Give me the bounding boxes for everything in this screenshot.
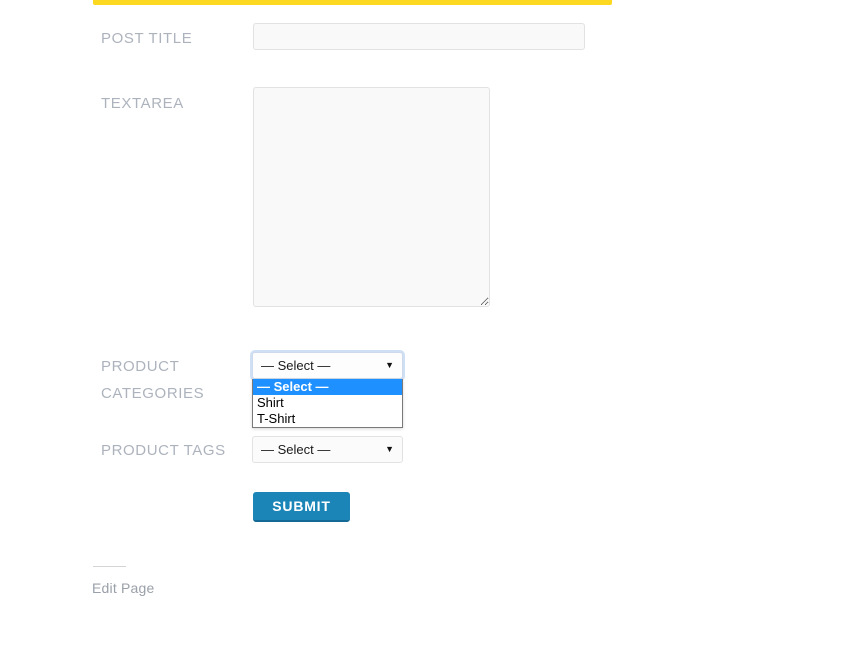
- chevron-down-icon: ▼: [385, 360, 394, 370]
- product-categories-label: PRODUCT CATEGORIES: [101, 353, 246, 407]
- product-tags-select-wrapper: — Select — ▼: [252, 436, 403, 463]
- product-categories-option[interactable]: — Select —: [253, 379, 402, 395]
- product-tags-selected-value: — Select —: [261, 442, 331, 457]
- product-tags-select[interactable]: — Select — ▼: [252, 436, 403, 463]
- product-categories-select-wrapper: — Select — ▼ — Select — Shirt T-Shirt: [252, 352, 403, 428]
- product-categories-label-line2: CATEGORIES: [101, 385, 205, 402]
- edit-page-link[interactable]: Edit Page: [92, 580, 155, 596]
- post-submission-form: POST TITLE TEXTAREA PRODUCT CATEGORIES —…: [0, 0, 847, 672]
- chevron-down-icon: ▼: [385, 444, 394, 454]
- post-body-textarea[interactable]: [253, 87, 490, 307]
- textarea-label: TEXTAREA: [101, 95, 184, 112]
- product-categories-selected-value: — Select —: [261, 358, 331, 373]
- product-categories-select[interactable]: — Select — ▼: [252, 352, 403, 379]
- post-title-label: POST TITLE: [101, 30, 193, 47]
- product-categories-options-list[interactable]: — Select — Shirt T-Shirt: [252, 379, 403, 428]
- product-tags-label: PRODUCT TAGS: [101, 442, 226, 459]
- post-title-input[interactable]: [253, 23, 585, 50]
- submit-button[interactable]: SUBMIT: [253, 492, 350, 522]
- product-categories-option[interactable]: Shirt: [253, 395, 402, 411]
- product-categories-option[interactable]: T-Shirt: [253, 411, 402, 427]
- footer-divider: [93, 566, 126, 567]
- product-categories-label-line1: PRODUCT: [101, 358, 180, 375]
